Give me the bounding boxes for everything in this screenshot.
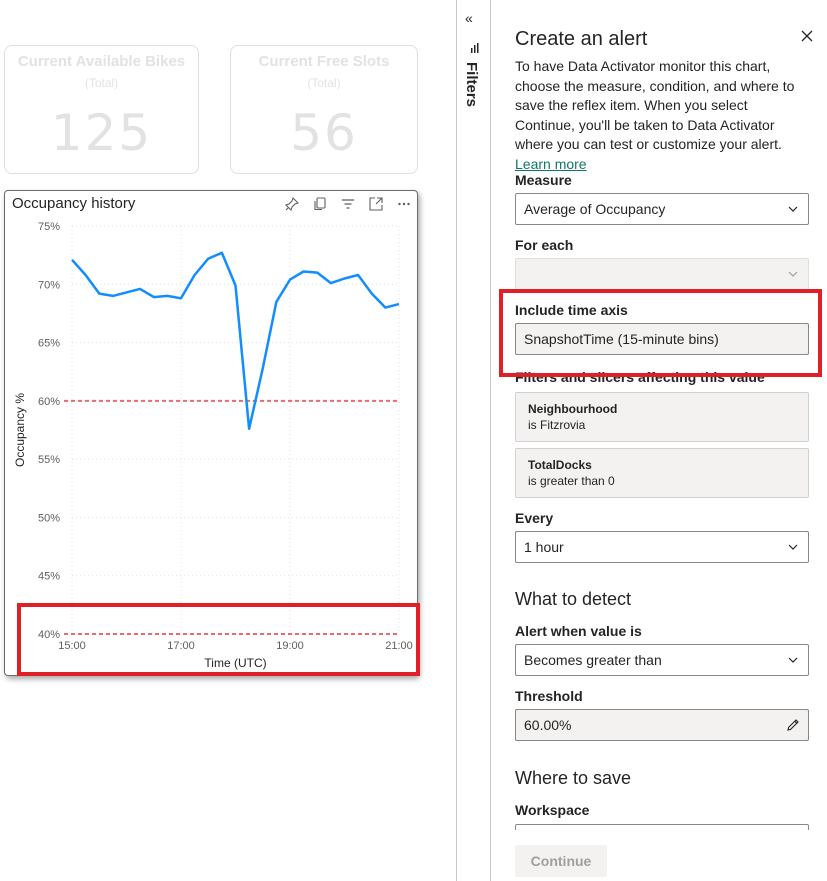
alert-when-label: Alert when value is <box>515 623 642 639</box>
close-icon[interactable] <box>799 28 815 44</box>
card-subtitle: (Total) <box>307 76 341 90</box>
continue-button[interactable]: Continue <box>515 845 607 877</box>
more-options-icon[interactable] <box>395 195 413 213</box>
y-tick-label: 55% <box>38 454 60 466</box>
filters-funnel-icon <box>471 40 479 58</box>
y-tick-label: 45% <box>38 571 60 583</box>
every-dropdown[interactable]: 1 hour <box>515 531 809 563</box>
condition-value: Becomes greater than <box>524 652 662 668</box>
copy-icon[interactable] <box>311 195 329 213</box>
pin-icon[interactable] <box>283 195 301 213</box>
filter-icon[interactable] <box>339 195 357 213</box>
filter-condition: is greater than 0 <box>528 474 615 488</box>
panel-description: To have Data Activator monitor this char… <box>515 57 811 174</box>
card-title: Current Free Slots <box>258 53 390 70</box>
measure-value: Average of Occupancy <box>524 201 666 217</box>
every-value: 1 hour <box>524 539 564 555</box>
report-canvas: Current Available Bikes (Total) 125 Curr… <box>0 0 456 881</box>
where-to-save-heading: Where to save <box>515 768 632 788</box>
threshold-field[interactable]: 60.00% <box>515 709 809 741</box>
for-each-dropdown[interactable] <box>515 258 809 290</box>
time-axis-field-highlight-box <box>499 289 822 377</box>
threshold-label: Threshold <box>515 688 583 704</box>
what-to-detect-heading: What to detect <box>515 589 632 609</box>
workspace-dropdown[interactable] <box>515 824 809 830</box>
card-subtitle: (Total) <box>84 76 119 90</box>
threshold-value: 60.00% <box>524 717 572 733</box>
filter-card-neighbourhood: Neighbourhood is Fitzrovia <box>515 392 809 442</box>
chevron-down-icon <box>778 271 808 277</box>
card-value: 125 <box>50 104 153 162</box>
filters-pane-label[interactable]: Filters <box>463 62 480 107</box>
filter-name: TotalDocks <box>528 458 592 472</box>
create-alert-panel: Create an alert To have Data Activator m… <box>491 0 827 881</box>
occupancy-series-line <box>71 251 400 431</box>
every-label: Every <box>515 510 554 526</box>
chevron-down-icon <box>778 206 808 212</box>
filter-name: Neighbourhood <box>528 402 618 416</box>
chevron-down-icon <box>778 544 808 550</box>
available-bikes-card[interactable]: Current Available Bikes (Total) 125 <box>4 45 199 174</box>
y-tick-label: 70% <box>38 279 60 291</box>
card-title: Current Available Bikes <box>17 53 186 70</box>
free-slots-card[interactable]: Current Free Slots (Total) 56 <box>230 45 418 174</box>
edit-pencil-icon[interactable] <box>778 718 808 732</box>
condition-dropdown[interactable]: Becomes greater than <box>515 644 809 676</box>
y-tick-label: 75% <box>38 221 60 233</box>
time-axis-highlight-box <box>17 603 420 676</box>
for-each-label: For each <box>515 237 574 253</box>
focus-mode-icon[interactable] <box>367 195 385 213</box>
collapse-chevrons-icon[interactable]: « <box>465 10 473 26</box>
learn-more-link[interactable]: Learn more <box>515 156 587 172</box>
card-value: 56 <box>290 104 358 162</box>
y-tick-label: 65% <box>38 338 60 350</box>
measure-label: Measure <box>515 172 572 188</box>
measure-dropdown[interactable]: Average of Occupancy <box>515 193 809 225</box>
y-axis-title: Occupancy % <box>13 393 27 467</box>
workspace-label: Workspace <box>515 802 590 818</box>
chevron-down-icon <box>778 657 808 663</box>
filter-card-totaldocks: TotalDocks is greater than 0 <box>515 448 809 498</box>
filter-condition: is Fitzrovia <box>528 418 586 432</box>
visual-header-tools <box>283 195 413 213</box>
panel-title: Create an alert <box>515 28 648 50</box>
visual-title: Occupancy history <box>12 195 136 212</box>
filters-pane[interactable]: « Filters <box>457 0 491 881</box>
y-tick-label: 60% <box>38 396 60 408</box>
y-tick-label: 50% <box>38 512 60 524</box>
description-text: To have Data Activator monitor this char… <box>515 58 795 152</box>
